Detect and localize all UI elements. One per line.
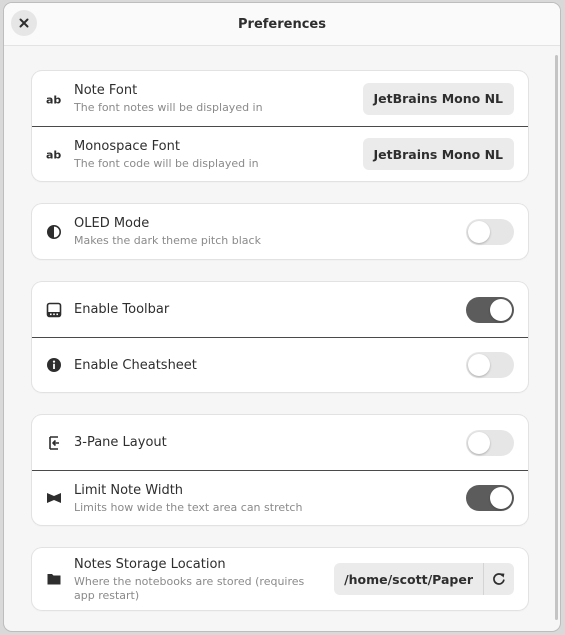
note-font-subtitle: The font notes will be displayed in	[74, 101, 263, 114]
cheatsheet-row[interactable]: Enable Cheatsheet	[32, 337, 528, 392]
titlebar: Preferences	[4, 3, 560, 46]
oled-mode-row[interactable]: OLED Mode Makes the dark theme pitch bla…	[32, 204, 528, 259]
note-font-row: ab Note Font The font notes will be disp…	[32, 71, 528, 126]
three-pane-text: 3-Pane Layout	[74, 434, 466, 451]
toolbar-text: Enable Toolbar	[74, 301, 466, 318]
contrast-icon	[46, 224, 62, 240]
monospace-font-title: Monospace Font	[74, 138, 180, 154]
pane-layout-icon	[46, 435, 62, 451]
scrollbar[interactable]	[555, 55, 558, 620]
preferences-window: Preferences ab Note Font The font notes …	[4, 3, 560, 631]
note-font-text: Note Font The font notes will be display…	[74, 82, 363, 115]
ui-group: Enable Toolbar Enable Cheatsheet	[32, 282, 528, 392]
toggle-knob	[468, 431, 490, 454]
storage-path-control: /home/scott/Paper	[334, 563, 514, 595]
note-font-title: Note Font	[74, 83, 138, 98]
toggle-knob	[468, 354, 490, 376]
limit-width-icon	[46, 490, 62, 506]
layout-group: 3-Pane Layout Limit Note Width Limits ho…	[32, 415, 528, 525]
reset-location-button[interactable]	[483, 563, 514, 595]
three-pane-row[interactable]: 3-Pane Layout	[32, 415, 528, 470]
svg-text:ab: ab	[46, 149, 61, 162]
info-icon	[46, 357, 62, 373]
storage-location-subtitle: Where the notebooks are stored (requires…	[74, 574, 305, 602]
limit-width-title: Limit Note Width	[74, 482, 184, 498]
storage-location-row: Notes Storage Location Where the noteboo…	[32, 548, 528, 610]
fonts-group: ab Note Font The font notes will be disp…	[32, 71, 528, 181]
font-ab-icon: ab	[46, 91, 62, 107]
oled-mode-toggle[interactable]	[466, 218, 514, 245]
font-ab-icon: ab	[46, 146, 62, 162]
cheatsheet-title: Enable Cheatsheet	[74, 357, 197, 373]
window-title: Preferences	[238, 16, 326, 32]
svg-text:ab: ab	[46, 93, 61, 106]
note-font-button[interactable]: JetBrains Mono NL	[362, 82, 514, 115]
storage-location-title: Notes Storage Location	[74, 556, 226, 572]
toggle-knob	[490, 298, 512, 321]
cheatsheet-text: Enable Cheatsheet	[74, 357, 466, 374]
close-icon	[19, 18, 29, 28]
monospace-font-row: ab Monospace Font The font code will be …	[32, 126, 528, 181]
three-pane-toggle[interactable]	[466, 429, 514, 456]
oled-mode-title: OLED Mode	[74, 216, 150, 231]
toggle-knob	[468, 220, 490, 243]
three-pane-title: 3-Pane Layout	[74, 435, 167, 450]
monospace-font-subtitle: The font code will be displayed in	[74, 156, 259, 170]
toolbar-toggle[interactable]	[466, 296, 514, 323]
storage-location-text: Notes Storage Location Where the noteboo…	[74, 556, 334, 603]
storage-group: Notes Storage Location Where the noteboo…	[32, 548, 528, 610]
close-button[interactable]	[11, 10, 37, 36]
oled-mode-text: OLED Mode Makes the dark theme pitch bla…	[74, 215, 466, 248]
toolbar-icon	[46, 302, 62, 318]
limit-width-subtitle: Limits how wide the text area can stretc…	[74, 500, 303, 514]
toolbar-title: Enable Toolbar	[74, 302, 170, 317]
oled-mode-subtitle: Makes the dark theme pitch black	[74, 234, 261, 247]
folder-icon	[46, 571, 62, 587]
monospace-font-text: Monospace Font The font code will be dis…	[74, 138, 363, 171]
limit-width-toggle[interactable]	[466, 485, 514, 511]
toolbar-row[interactable]: Enable Toolbar	[32, 282, 528, 337]
refresh-icon	[493, 573, 505, 585]
toggle-knob	[490, 487, 512, 509]
storage-path-button[interactable]: /home/scott/Paper	[334, 572, 483, 587]
limit-width-text: Limit Note Width Limits how wide the tex…	[74, 482, 466, 515]
monospace-font-button[interactable]: JetBrains Mono NL	[362, 138, 514, 170]
oled-group: OLED Mode Makes the dark theme pitch bla…	[32, 204, 528, 259]
limit-width-row[interactable]: Limit Note Width Limits how wide the tex…	[32, 470, 528, 525]
cheatsheet-toggle[interactable]	[466, 352, 514, 378]
